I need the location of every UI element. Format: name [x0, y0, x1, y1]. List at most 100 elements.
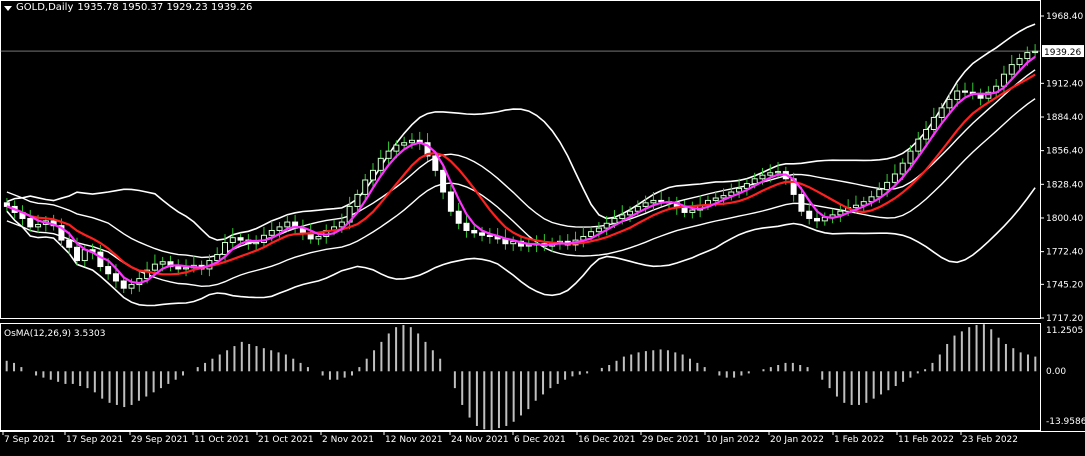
candle-body [3, 202, 10, 207]
price-label: 1828.40 [1046, 180, 1083, 190]
chart-canvas[interactable]: 1968.40 1939.26 1912.40 1884.40 1856.40 1828.… [0, 0, 1085, 452]
time-label: 12 Nov 2021 [385, 435, 443, 445]
time-label: 11 Oct 2021 [194, 435, 250, 445]
candle-body [354, 193, 361, 207]
candle-body [743, 183, 750, 189]
candle-body [479, 232, 486, 236]
candle-body [253, 242, 260, 245]
candle-body [284, 221, 291, 228]
candle-body [650, 199, 657, 204]
candle-body [237, 237, 244, 241]
candle-body [385, 150, 392, 159]
time-label: 1 Feb 2022 [834, 435, 884, 445]
candle-body [806, 210, 813, 219]
time-label: 6 Dec 2021 [514, 435, 566, 445]
candle-body [66, 239, 73, 248]
candle-body [720, 195, 727, 199]
candle-body [962, 90, 968, 93]
candle-body [393, 144, 400, 152]
time-label: 21 Oct 2021 [258, 435, 314, 445]
candle-body [852, 204, 859, 209]
candle-body [440, 169, 447, 193]
chart-window[interactable]: 1968.40 1939.26 1912.40 1884.40 1856.40 1828.… [0, 0, 1085, 452]
current-price-label: 1939.26 [1044, 48, 1081, 58]
time-label: 20 Jan 2022 [770, 435, 824, 445]
chart-header: GOLD,Daily 1935.78 1950.37 1929.23 1939.… [4, 2, 252, 13]
candle-body [447, 191, 454, 212]
candle-body [408, 139, 415, 144]
candle-body [634, 205, 641, 212]
candle-body [595, 227, 602, 233]
candle-body [120, 280, 127, 289]
candle-body [370, 169, 376, 181]
candle-body [471, 229, 478, 234]
price-label: 1745.20 [1046, 280, 1083, 290]
time-label: 29 Dec 2021 [642, 435, 700, 445]
candle-body [159, 261, 166, 265]
candle-body [884, 181, 891, 191]
time-label: 16 Dec 2021 [578, 435, 636, 445]
candle-body [432, 155, 439, 171]
candle-body [627, 210, 634, 216]
candle-body [27, 217, 34, 228]
dropdown-triangle-icon[interactable] [4, 5, 12, 11]
time-label: 17 Sep 2021 [66, 435, 123, 445]
candle-body [891, 173, 898, 183]
candle-body [222, 242, 228, 256]
candle-body [276, 226, 283, 231]
candle-body [74, 246, 80, 262]
candle-body [798, 193, 805, 212]
ohlc-values: 1935.78 1950.37 1929.23 1939.26 [77, 2, 253, 13]
candle-body [681, 207, 688, 213]
candle-body [128, 284, 135, 289]
candle-body [455, 210, 462, 224]
candle-body [315, 235, 322, 240]
candle-body [183, 267, 190, 270]
osma-axis-label: -13.9586 [1046, 417, 1085, 427]
candle-body [401, 142, 408, 146]
price-label: 1912.40 [1046, 79, 1083, 89]
time-label: 11 Feb 2022 [898, 435, 954, 445]
candle-body [759, 174, 766, 180]
osma-axis-label: 11.2505 [1046, 326, 1083, 336]
price-label: 1717.20 [1046, 314, 1083, 324]
price-label: 1856.40 [1046, 147, 1083, 157]
candle-body [1024, 52, 1031, 60]
time-label: 2 Nov 2021 [322, 435, 374, 445]
osma-axis-label: 0.00 [1046, 367, 1066, 377]
candle-body [899, 162, 906, 175]
candle-body [767, 172, 774, 176]
candle-body [938, 107, 945, 118]
candle-body [642, 202, 649, 207]
candle-body [268, 229, 275, 236]
candle-body [362, 179, 369, 195]
candle-body [930, 116, 937, 130]
candle-body [151, 263, 158, 271]
time-label: 29 Sep 2021 [131, 435, 188, 445]
price-label: 1772.40 [1046, 248, 1083, 258]
candle-body [689, 209, 696, 213]
candle-body [814, 217, 820, 222]
candle-body [105, 266, 112, 275]
price-label: 1968.40 [1046, 12, 1083, 22]
candle-body [611, 217, 618, 224]
candle-body [486, 234, 493, 237]
candle-body [112, 273, 119, 282]
candle-body [775, 171, 782, 174]
candle-body [751, 178, 758, 185]
candle-body [712, 197, 719, 201]
time-label: 23 Feb 2022 [962, 435, 1018, 445]
candle-body [923, 128, 930, 140]
time-label: 24 Nov 2021 [451, 435, 509, 445]
candle-body [946, 98, 953, 109]
candle-body [1008, 64, 1015, 75]
candle-body [619, 214, 626, 219]
symbol-label: GOLD,Daily [16, 2, 74, 13]
candle-body [915, 138, 922, 152]
candle-body [463, 222, 470, 231]
time-label: 7 Sep 2021 [4, 435, 55, 445]
bollinger-upper-line [6, 23, 1036, 241]
time-label: 10 Jan 2022 [706, 435, 760, 445]
candle-body [175, 266, 182, 270]
candle-body [81, 249, 88, 262]
